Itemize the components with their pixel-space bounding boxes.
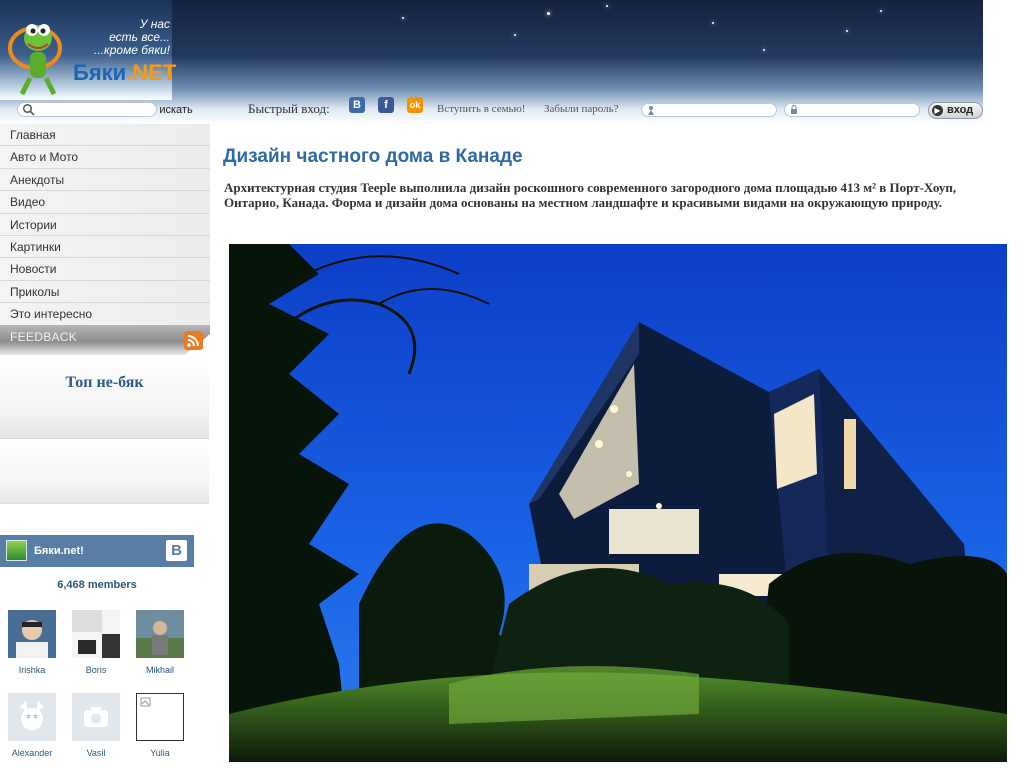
- nav-item-video[interactable]: Видео: [0, 191, 210, 214]
- sidebar-nav: Главная Авто и Мото Анекдоты Видео Истор…: [0, 124, 210, 326]
- search-input[interactable]: [17, 102, 157, 117]
- vk-member[interactable]: Vasil: [69, 693, 123, 758]
- password-field[interactable]: [784, 103, 920, 117]
- nav-item-pranks[interactable]: Приколы: [0, 280, 210, 304]
- slogan-line: ...кроме бяки!: [94, 43, 170, 57]
- nav-item-pictures[interactable]: Картинки: [0, 235, 210, 259]
- top-block-title: Топ не-бяк: [65, 374, 144, 391]
- member-photo: [72, 610, 120, 658]
- nav-item-interesting[interactable]: Это интересно: [0, 303, 210, 326]
- arrow-right-icon: ▶: [932, 105, 943, 116]
- star-decoration: [402, 17, 404, 19]
- quick-login-label: Быстрый вход:: [248, 101, 330, 116]
- lock-icon: [791, 105, 797, 114]
- house-photo[interactable]: [229, 244, 1007, 762]
- member-photo: [8, 610, 56, 658]
- member-name: Vasil: [86, 748, 106, 758]
- vkontakte-login-icon[interactable]: B: [349, 97, 365, 113]
- member-name: Boris: [85, 665, 107, 675]
- site-slogan: У нас есть все... ...кроме бяки!: [84, 18, 170, 57]
- vk-member[interactable]: Irishka: [5, 610, 59, 675]
- member-name: Mikhail: [145, 665, 174, 675]
- site-name-part2: .NET: [126, 60, 177, 85]
- odnoklassniki-login-icon[interactable]: ok: [407, 97, 423, 113]
- article-lead: Архитектурная студия Teeple выполнила ди…: [224, 180, 957, 210]
- star-decoration: [712, 22, 714, 24]
- frog-mascot-logo[interactable]: [8, 8, 70, 98]
- facebook-login-icon[interactable]: f: [378, 97, 394, 113]
- username-field[interactable]: [641, 103, 777, 117]
- vk-member[interactable]: Mikhail: [133, 610, 187, 675]
- login-button[interactable]: ▶ вход: [928, 102, 983, 119]
- dog-avatar-placeholder-icon: [8, 693, 56, 741]
- vk-group-avatar[interactable]: [6, 540, 27, 561]
- rss-icon[interactable]: [184, 331, 203, 350]
- user-icon: [648, 106, 654, 115]
- nav-item-auto-moto[interactable]: Авто и Мото: [0, 146, 210, 169]
- member-name: Yulia: [150, 748, 170, 758]
- vk-group-name[interactable]: Бяки.net!: [34, 545, 84, 557]
- star-decoration: [606, 5, 608, 7]
- vk-members-count[interactable]: 6,468 members: [0, 579, 194, 591]
- nav-item-main[interactable]: Главная: [0, 124, 210, 147]
- vk-widget-header[interactable]: [0, 535, 194, 567]
- site-logo-text[interactable]: Бяки.NET: [73, 60, 176, 86]
- search-button[interactable]: искать: [152, 102, 200, 118]
- vk-member[interactable]: Alexander: [5, 693, 59, 758]
- forgot-password-link[interactable]: Забыли пароль?: [544, 103, 619, 115]
- search-icon: [22, 103, 35, 116]
- star-decoration: [846, 30, 848, 32]
- top-block: [0, 357, 209, 439]
- star-decoration: [547, 12, 550, 15]
- nav-item-news[interactable]: Новости: [0, 258, 210, 281]
- vk-member[interactable]: Boris: [69, 610, 123, 675]
- star-decoration: [880, 10, 882, 12]
- login-button-label: вход: [947, 104, 974, 116]
- feedback-label[interactable]: FEEDBACK: [10, 330, 77, 344]
- broken-image-icon: [136, 693, 184, 741]
- camera-placeholder-icon: [72, 693, 120, 741]
- nav-item-stories[interactable]: Истории: [0, 213, 210, 236]
- vk-logo-icon[interactable]: B: [166, 540, 187, 561]
- star-decoration: [763, 49, 765, 51]
- site-name-part1: Бяки: [73, 60, 127, 85]
- member-name: Irishka: [18, 665, 46, 675]
- join-link[interactable]: Вступить в семью!: [437, 103, 525, 115]
- article-title[interactable]: Дизайн частного дома в Канаде: [223, 146, 523, 168]
- star-decoration: [514, 34, 516, 36]
- member-name: Alexander: [11, 748, 53, 758]
- nav-item-jokes[interactable]: Анекдоты: [0, 168, 210, 192]
- member-photo: [136, 610, 184, 658]
- vk-member[interactable]: Yulia: [133, 693, 187, 758]
- sidebar-empty-block: [0, 440, 209, 504]
